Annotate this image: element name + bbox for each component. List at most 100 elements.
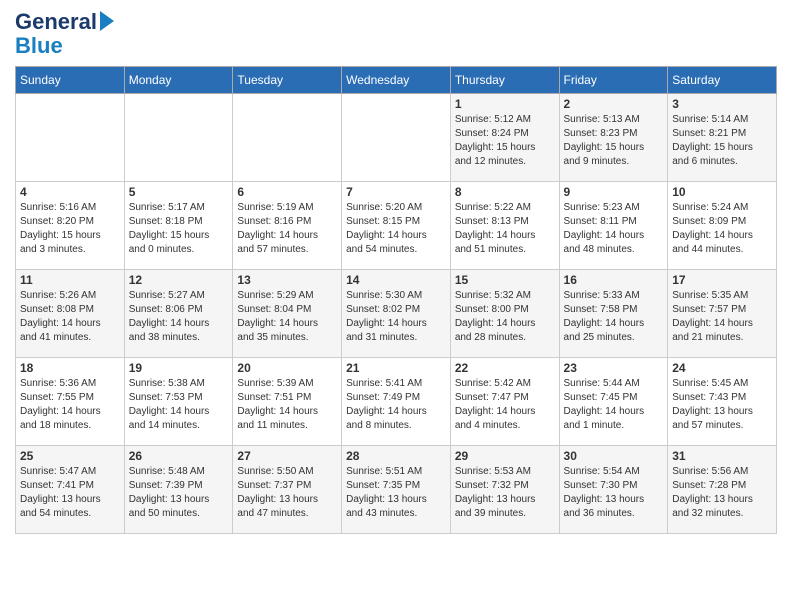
- day-cell: 8Sunrise: 5:22 AM Sunset: 8:13 PM Daylig…: [450, 182, 559, 270]
- day-info: Sunrise: 5:23 AM Sunset: 8:11 PM Dayligh…: [564, 201, 664, 257]
- day-cell: 24Sunrise: 5:45 AM Sunset: 7:43 PM Dayli…: [668, 358, 777, 446]
- day-info: Sunrise: 5:54 AM Sunset: 7:30 PM Dayligh…: [564, 465, 664, 521]
- day-cell: 19 Sunrise: 5:38 AM Sunset: 7:53 PM Dayli…: [124, 358, 233, 446]
- day-info: Sunrise: 5:17 AM Sunset: 8:18 PM Dayligh…: [129, 201, 229, 257]
- col-header-friday: Friday: [559, 67, 668, 94]
- day-number: 14: [346, 273, 446, 287]
- day-info: Sunrise: 5:24 AM Sunset: 8:09 PM Dayligh…: [672, 201, 772, 257]
- calendar-table: SundayMondayTuesdayWednesdayThursdayFrid…: [15, 66, 777, 534]
- day-number: 5: [129, 185, 229, 199]
- day-cell: [233, 94, 342, 182]
- header-row: SundayMondayTuesdayWednesdayThursdayFrid…: [16, 67, 777, 94]
- day-cell: 1 Sunrise: 5:12 AM Sunset: 8:24 PM Daylig…: [450, 94, 559, 182]
- day-info: Sunrise: 5:39 AM Sunset: 7:51 PM Dayligh…: [237, 377, 337, 433]
- day-info: Sunrise: 5:50 AM Sunset: 7:37 PM Dayligh…: [237, 465, 337, 521]
- col-header-sunday: Sunday: [16, 67, 125, 94]
- col-header-tuesday: Tuesday: [233, 67, 342, 94]
- day-number: 11: [20, 273, 120, 287]
- day-cell: 13 Sunrise: 5:29 AM Sunset: 8:04 PM Dayli…: [233, 270, 342, 358]
- day-info: Sunrise: 5:26 AM Sunset: 8:08 PM Dayligh…: [20, 289, 120, 345]
- day-cell: [16, 94, 125, 182]
- day-cell: 22Sunrise: 5:42 AM Sunset: 7:47 PM Dayli…: [450, 358, 559, 446]
- day-number: 8: [455, 185, 555, 199]
- day-info: Sunrise: 5:14 AM Sunset: 8:21 PM Dayligh…: [672, 113, 772, 169]
- day-info: Sunrise: 5:38 AM Sunset: 7:53 PM Dayligh…: [129, 377, 229, 433]
- day-cell: 9Sunrise: 5:23 AM Sunset: 8:11 PM Daylig…: [559, 182, 668, 270]
- day-info: Sunrise: 5:36 AM Sunset: 7:55 PM Dayligh…: [20, 377, 120, 433]
- day-number: 23: [564, 361, 664, 375]
- day-number: 25: [20, 449, 120, 463]
- col-header-monday: Monday: [124, 67, 233, 94]
- logo-text-general: General: [15, 10, 97, 34]
- day-number: 27: [237, 449, 337, 463]
- day-number: 10: [672, 185, 772, 199]
- page: General Blue SundayMondayTuesdayWednesda…: [0, 0, 792, 612]
- day-number: 16: [564, 273, 664, 287]
- day-number: 15: [455, 273, 555, 287]
- week-row-4: 18 Sunrise: 5:36 AM Sunset: 7:55 PM Dayli…: [16, 358, 777, 446]
- day-info: Sunrise: 5:16 AM Sunset: 8:20 PM Dayligh…: [20, 201, 120, 257]
- day-info: Sunrise: 5:30 AM Sunset: 8:02 PM Dayligh…: [346, 289, 446, 345]
- day-info: Sunrise: 5:13 AM Sunset: 8:23 PM Dayligh…: [564, 113, 664, 169]
- week-row-1: 1 Sunrise: 5:12 AM Sunset: 8:24 PM Daylig…: [16, 94, 777, 182]
- day-number: 3: [672, 97, 772, 111]
- week-row-3: 11 Sunrise: 5:26 AM Sunset: 8:08 PM Dayli…: [16, 270, 777, 358]
- logo: General Blue: [15, 10, 114, 58]
- day-info: Sunrise: 5:32 AM Sunset: 8:00 PM Dayligh…: [455, 289, 555, 345]
- day-cell: [124, 94, 233, 182]
- day-cell: 4 Sunrise: 5:16 AM Sunset: 8:20 PM Daylig…: [16, 182, 125, 270]
- day-info: Sunrise: 5:20 AM Sunset: 8:15 PM Dayligh…: [346, 201, 446, 257]
- day-info: Sunrise: 5:41 AM Sunset: 7:49 PM Dayligh…: [346, 377, 446, 433]
- day-cell: 28 Sunrise: 5:51 AM Sunset: 7:35 PM Dayli…: [342, 446, 451, 534]
- day-cell: 2Sunrise: 5:13 AM Sunset: 8:23 PM Daylig…: [559, 94, 668, 182]
- day-info: Sunrise: 5:27 AM Sunset: 8:06 PM Dayligh…: [129, 289, 229, 345]
- col-header-saturday: Saturday: [668, 67, 777, 94]
- day-number: 19: [129, 361, 229, 375]
- day-number: 28: [346, 449, 446, 463]
- day-info: Sunrise: 5:35 AM Sunset: 7:57 PM Dayligh…: [672, 289, 772, 345]
- col-header-wednesday: Wednesday: [342, 67, 451, 94]
- day-info: Sunrise: 5:51 AM Sunset: 7:35 PM Dayligh…: [346, 465, 446, 521]
- header: General Blue: [15, 10, 777, 58]
- day-info: Sunrise: 5:33 AM Sunset: 7:58 PM Dayligh…: [564, 289, 664, 345]
- day-cell: 31Sunrise: 5:56 AM Sunset: 7:28 PM Dayli…: [668, 446, 777, 534]
- col-header-thursday: Thursday: [450, 67, 559, 94]
- day-number: 6: [237, 185, 337, 199]
- day-cell: 11 Sunrise: 5:26 AM Sunset: 8:08 PM Dayli…: [16, 270, 125, 358]
- day-number: 20: [237, 361, 337, 375]
- day-cell: 3 Sunrise: 5:14 AM Sunset: 8:21 PM Daylig…: [668, 94, 777, 182]
- week-row-2: 4 Sunrise: 5:16 AM Sunset: 8:20 PM Daylig…: [16, 182, 777, 270]
- day-info: Sunrise: 5:29 AM Sunset: 8:04 PM Dayligh…: [237, 289, 337, 345]
- day-cell: 27 Sunrise: 5:50 AM Sunset: 7:37 PM Dayli…: [233, 446, 342, 534]
- day-cell: 25Sunrise: 5:47 AM Sunset: 7:41 PM Dayli…: [16, 446, 125, 534]
- day-number: 7: [346, 185, 446, 199]
- week-row-5: 25Sunrise: 5:47 AM Sunset: 7:41 PM Dayli…: [16, 446, 777, 534]
- day-cell: 23 Sunrise: 5:44 AM Sunset: 7:45 PM Dayli…: [559, 358, 668, 446]
- day-info: Sunrise: 5:56 AM Sunset: 7:28 PM Dayligh…: [672, 465, 772, 521]
- day-cell: 30 Sunrise: 5:54 AM Sunset: 7:30 PM Dayli…: [559, 446, 668, 534]
- day-cell: 10 Sunrise: 5:24 AM Sunset: 8:09 PM Dayli…: [668, 182, 777, 270]
- day-cell: 14 Sunrise: 5:30 AM Sunset: 8:02 PM Dayli…: [342, 270, 451, 358]
- day-cell: 17Sunrise: 5:35 AM Sunset: 7:57 PM Dayli…: [668, 270, 777, 358]
- day-number: 26: [129, 449, 229, 463]
- day-number: 13: [237, 273, 337, 287]
- day-cell: 18 Sunrise: 5:36 AM Sunset: 7:55 PM Dayli…: [16, 358, 125, 446]
- day-cell: 7 Sunrise: 5:20 AM Sunset: 8:15 PM Daylig…: [342, 182, 451, 270]
- day-number: 18: [20, 361, 120, 375]
- day-cell: 26 Sunrise: 5:48 AM Sunset: 7:39 PM Dayli…: [124, 446, 233, 534]
- day-info: Sunrise: 5:53 AM Sunset: 7:32 PM Dayligh…: [455, 465, 555, 521]
- day-info: Sunrise: 5:48 AM Sunset: 7:39 PM Dayligh…: [129, 465, 229, 521]
- day-info: Sunrise: 5:19 AM Sunset: 8:16 PM Dayligh…: [237, 201, 337, 257]
- day-cell: 21 Sunrise: 5:41 AM Sunset: 7:49 PM Dayli…: [342, 358, 451, 446]
- day-number: 4: [20, 185, 120, 199]
- day-cell: 5 Sunrise: 5:17 AM Sunset: 8:18 PM Daylig…: [124, 182, 233, 270]
- day-number: 30: [564, 449, 664, 463]
- day-info: Sunrise: 5:44 AM Sunset: 7:45 PM Dayligh…: [564, 377, 664, 433]
- day-number: 24: [672, 361, 772, 375]
- day-number: 21: [346, 361, 446, 375]
- day-info: Sunrise: 5:12 AM Sunset: 8:24 PM Dayligh…: [455, 113, 555, 169]
- day-number: 29: [455, 449, 555, 463]
- day-cell: [342, 94, 451, 182]
- day-cell: 16 Sunrise: 5:33 AM Sunset: 7:58 PM Dayli…: [559, 270, 668, 358]
- day-number: 1: [455, 97, 555, 111]
